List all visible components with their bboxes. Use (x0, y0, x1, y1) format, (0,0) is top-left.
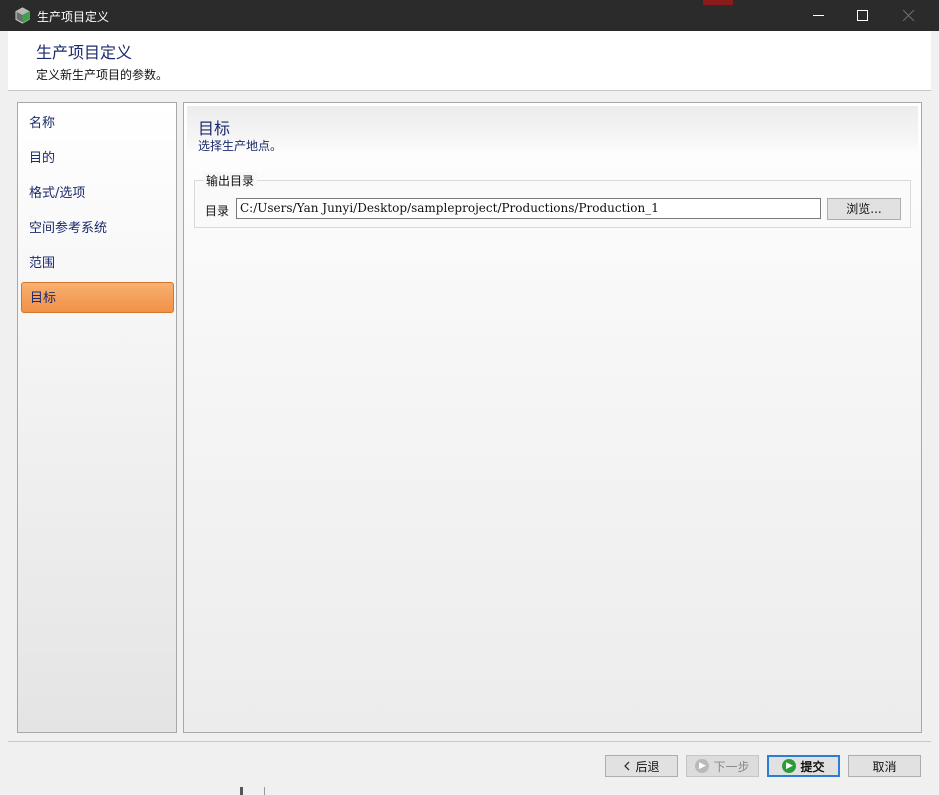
maximize-button[interactable] (839, 0, 885, 31)
nav-item-purpose[interactable]: 目的 (21, 143, 174, 174)
window-title: 生产项目定义 (37, 10, 110, 24)
step-subtitle: 选择生产地点。 (198, 139, 283, 153)
next-label: 下一步 (713, 759, 750, 774)
browse-button[interactable]: 浏览... (827, 198, 901, 220)
minimize-button[interactable] (795, 0, 841, 31)
back-label: 后退 (635, 759, 660, 774)
page-subtitle: 定义新生产项目的参数。 (36, 68, 169, 82)
arrow-right-circle-icon: ▶ (695, 759, 710, 773)
page-title: 生产项目定义 (36, 43, 133, 62)
directory-input[interactable]: C:/Users/Yan Junyi/Desktop/sampleproject… (236, 198, 821, 219)
footer-divider (8, 741, 931, 742)
maximize-icon (856, 10, 868, 21)
nav-item-spatial-reference[interactable]: 空间参考系统 (21, 213, 174, 244)
output-directory-group: 输出目录 目录 C:/Users/Yan Junyi/Desktop/sampl… (194, 172, 911, 228)
chevron-left-icon (624, 761, 630, 771)
wizard-step-nav: 名称 目的 格式/选项 空间参考系统 范围 目标 (17, 102, 177, 733)
background-window-edge (264, 787, 265, 795)
next-button[interactable]: ▶ 下一步 (686, 755, 759, 777)
nav-item-extent[interactable]: 范围 (21, 248, 174, 279)
window-frame-left (0, 31, 8, 795)
background-window-edge (240, 787, 243, 795)
app-cube-icon (15, 7, 30, 24)
step-title: 目标 (198, 119, 231, 138)
title-bar: 生产项目定义 (0, 0, 939, 31)
nav-item-target[interactable]: 目标 (21, 282, 174, 313)
submit-button[interactable]: ▶ 提交 (767, 755, 840, 777)
submit-label: 提交 (800, 759, 825, 774)
close-button[interactable] (885, 0, 931, 31)
directory-label: 目录 (205, 204, 230, 218)
step-content-panel: 目标 选择生产地点。 输出目录 目录 C:/Users/Yan Junyi/De… (183, 102, 922, 733)
wizard-header: 生产项目定义 定义新生产项目的参数。 (8, 31, 931, 91)
bottom-strip (0, 787, 939, 795)
nav-item-format-options[interactable]: 格式/选项 (21, 178, 174, 209)
window-frame-right (931, 31, 939, 787)
titlebar-accent (703, 0, 733, 5)
close-icon (902, 10, 914, 21)
nav-item-name[interactable]: 名称 (21, 108, 174, 139)
cancel-button[interactable]: 取消 (848, 755, 921, 777)
group-legend: 输出目录 (203, 172, 258, 189)
arrow-right-circle-icon: ▶ (782, 759, 797, 773)
back-button[interactable]: 后退 (605, 755, 678, 777)
step-header: 目标 选择生产地点。 (187, 106, 918, 154)
minimize-icon (812, 15, 824, 16)
